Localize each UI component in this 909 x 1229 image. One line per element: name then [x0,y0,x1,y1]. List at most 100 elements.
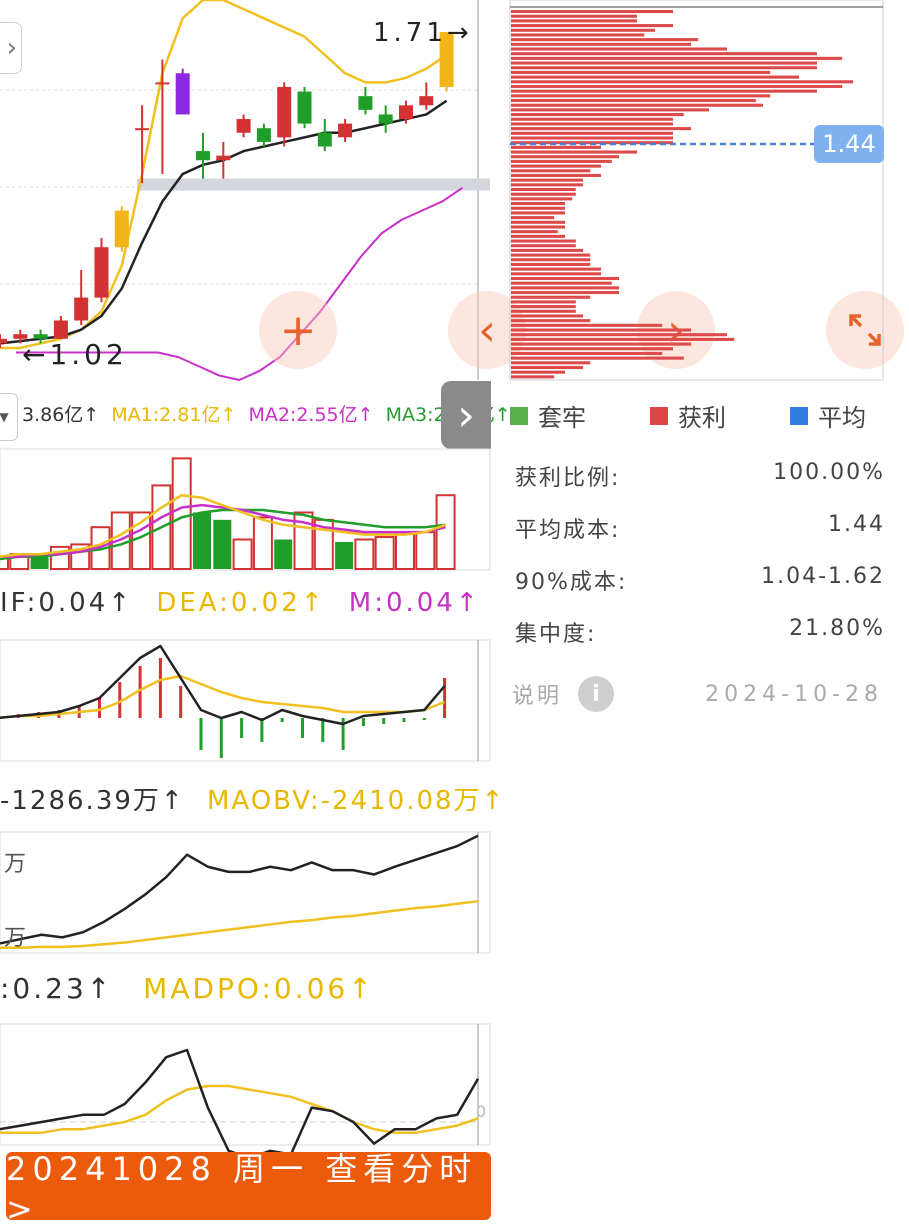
volume-bar [232,538,253,570]
ma-black-line [0,99,448,345]
macd-m: M:0.04↑ [348,588,481,618]
chip-bar [511,225,565,229]
chip-bar [511,361,591,365]
chip-bar [511,370,565,374]
maobv-line [0,899,479,949]
chip-bar [511,56,843,60]
note-row[interactable]: 说明 i [512,676,615,712]
chip-bar [511,61,817,65]
chip-bar [511,365,583,370]
chip-bar [511,192,576,196]
note-label: 说明 [512,684,563,709]
dpo-line [0,1048,480,1160]
candle-body [216,155,231,161]
support-band [137,178,490,191]
stat-key: 平均成本: [515,518,621,543]
chip-bar [511,267,601,271]
macd-dif: IF:0.04↑ [0,588,134,618]
stat-value: 1.44 [828,512,885,537]
chip-bar [511,206,565,210]
crosshair-plus-icon[interactable]: + [259,291,337,369]
macd-dea-line [0,674,446,720]
obv-axis-top-label: 万 [4,852,27,877]
volume-bar [374,536,395,570]
obv-axis-bottom-label: 万 [4,926,27,951]
chip-bar [511,164,601,168]
legend-profit: 获利 [650,398,726,433]
chip-bar [511,253,591,257]
legend-average: 平均 [790,398,866,433]
volume-bar [30,556,49,569]
dpo-zero-label: 0 [476,1102,487,1121]
price-chart[interactable] [0,0,490,381]
candle-body [135,128,150,131]
macd-header: IF:0.04↑ DEA:0.02↑ M:0.04↑ [0,588,481,618]
view-intraday-button[interactable]: 20241028 周一 查看分时 > [6,1150,491,1228]
chip-bar [511,220,565,224]
price-low-label: ←1.02 [22,338,128,371]
chip-bar [511,197,573,201]
candle-body [338,123,353,138]
dpo-value: :0.23↑ [0,972,114,1005]
candle-body [277,86,292,138]
legend-label: 平均 [818,404,866,432]
chip-legend: 套牢 获利 平均 [510,398,890,432]
chip-bar [511,309,576,313]
chip-bar [511,122,673,126]
chip-bar [511,38,699,42]
chip-bar [511,342,691,346]
macd-dea: DEA:0.02↑ [156,588,326,618]
volume-bar [435,494,456,570]
volume-bar [274,539,293,569]
chip-bar [511,234,565,238]
chip-bar [511,262,591,266]
macd-frame [0,639,491,762]
chip-bar [511,150,637,154]
obv-value: -1286.39万↑ [0,786,185,816]
stat-key: 集中度: [515,622,597,647]
chip-bar [511,84,843,89]
left-nav-chevron-icon[interactable]: › [0,22,22,74]
chip-bar [511,75,799,79]
chip-bar [511,333,727,337]
volume-bar [193,512,211,569]
candle-body [317,132,332,147]
dpo-frame [0,1023,491,1146]
volume-bar [335,541,354,569]
candle-body [236,119,251,133]
chip-bar [511,276,619,281]
chip-date: 2024-10-28 [705,682,883,707]
chip-bar [511,159,612,163]
info-icon[interactable]: i [578,676,615,712]
legend-label: 获利 [678,404,726,432]
dpo-chart [0,1023,491,1160]
chip-distribution-chart [509,0,884,381]
chip-bar [511,244,576,248]
chip-bar [511,108,709,112]
obv-header: -1286.39万↑ MAOBV:-2410.08万↑ [0,780,505,817]
chip-bar [511,145,601,149]
indicator-dropdown[interactable]: ▼ [0,393,18,441]
candle-body [196,151,210,161]
caret-down-icon: ▼ [0,410,9,424]
chip-bar [511,300,576,304]
chip-bar [511,328,691,332]
vol-value: 3.86亿↑ [22,404,100,426]
candle-body [358,96,373,110]
panel-expand-chevron-icon[interactable]: › [441,381,491,449]
chip-bar [511,66,817,70]
chip-bar [511,211,565,215]
madpo-value: MADPO:0.06↑ [143,972,375,1005]
volume-bar [213,519,232,569]
chip-bar [511,52,817,56]
madpo-line [0,1084,479,1135]
stat-key: 90%成本: [515,570,628,595]
legend-swatch-blue [790,406,808,425]
chip-bar [511,178,583,182]
price-high-label: 1.71→ [373,18,473,48]
chip-bar [511,14,637,18]
volume-chart [0,448,491,571]
candle-body [74,297,89,321]
stat-value: 1.04-1.62 [761,564,885,589]
volume-bar [252,516,273,570]
